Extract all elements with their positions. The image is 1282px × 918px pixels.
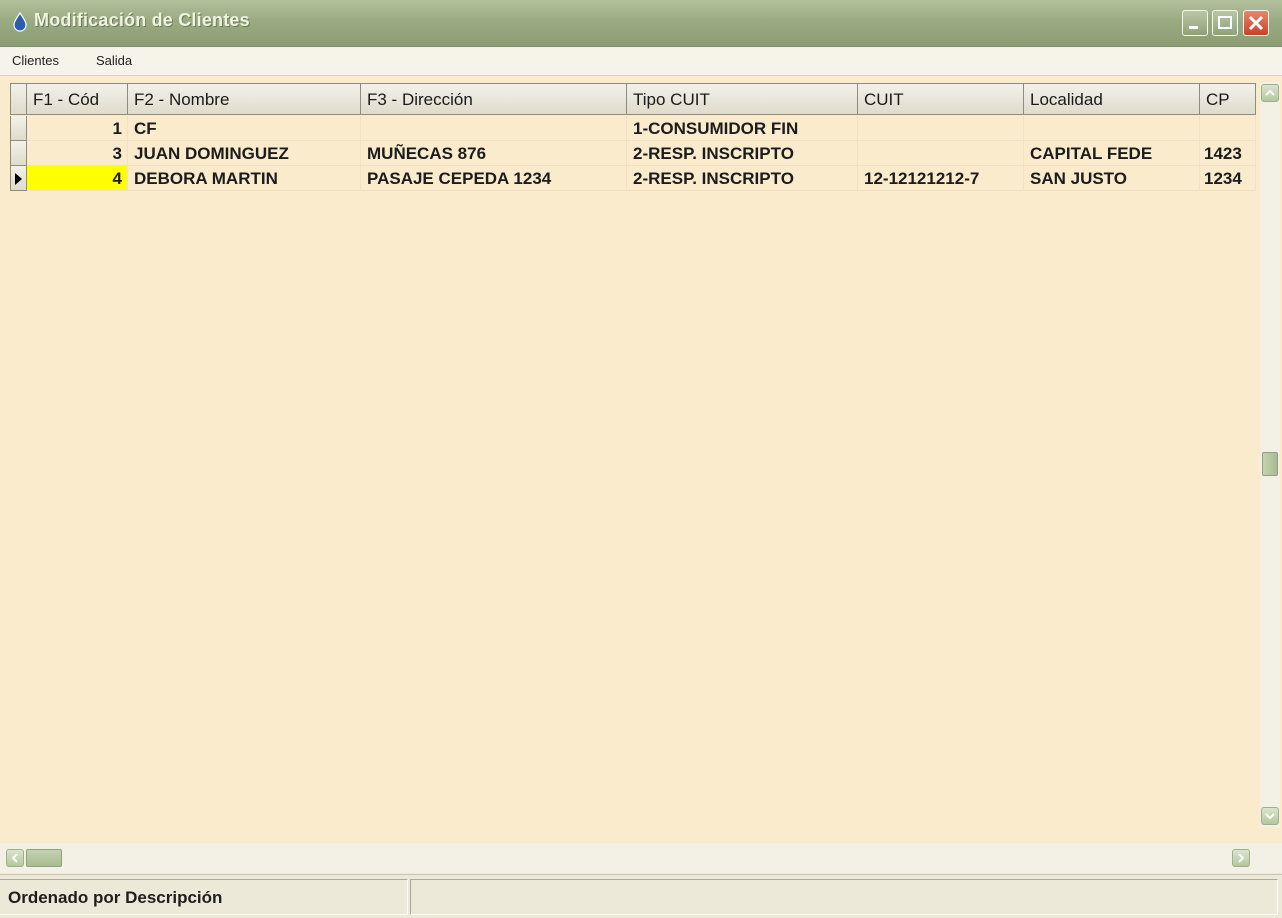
row-indicator-current[interactable] xyxy=(10,166,27,191)
vertical-scrollbar[interactable] xyxy=(1260,82,1280,827)
minimize-icon xyxy=(1189,26,1198,29)
cell-cuit[interactable] xyxy=(858,116,1024,141)
cell-cp[interactable]: 1234 xyxy=(1200,166,1256,191)
close-button[interactable] xyxy=(1243,10,1269,36)
scroll-down-button[interactable] xyxy=(1261,807,1279,825)
cell-cod[interactable]: 1 xyxy=(27,116,128,141)
col-header-direccion[interactable]: F3 - Dirección xyxy=(361,83,627,115)
status-panel-empty xyxy=(410,879,1278,915)
maximize-icon xyxy=(1218,16,1232,29)
col-header-nombre[interactable]: F2 - Nombre xyxy=(128,83,361,115)
scroll-right-button[interactable] xyxy=(1232,849,1250,867)
cell-tipo-cuit[interactable]: 1-CONSUMIDOR FIN xyxy=(627,116,858,141)
cell-localidad[interactable] xyxy=(1024,116,1200,141)
window-title: Modificación de Clientes xyxy=(34,10,250,30)
cell-cp[interactable] xyxy=(1200,116,1256,141)
grid-header: F1 - Cód F2 - Nombre F3 - Dirección Tipo… xyxy=(0,83,1256,115)
chevron-right-icon xyxy=(1238,853,1245,863)
status-bar: Ordenado por Descripción xyxy=(0,874,1282,918)
chevron-up-icon xyxy=(1265,89,1275,96)
status-panel-sort: Ordenado por Descripción xyxy=(0,879,408,915)
chevron-down-icon xyxy=(1265,813,1275,820)
col-header-cod[interactable]: F1 - Cód xyxy=(27,83,128,115)
cell-cod[interactable]: 3 xyxy=(27,141,128,166)
clients-grid[interactable]: F1 - Cód F2 - Nombre F3 - Dirección Tipo… xyxy=(0,76,1282,843)
cell-localidad[interactable]: CAPITAL FEDE xyxy=(1024,141,1200,166)
scroll-up-button[interactable] xyxy=(1261,84,1279,102)
col-header-tipo-cuit[interactable]: Tipo CUIT xyxy=(627,83,858,115)
close-icon xyxy=(1248,15,1264,31)
vertical-scroll-thumb[interactable] xyxy=(1262,452,1278,476)
cell-nombre[interactable]: JUAN DOMINGUEZ xyxy=(128,141,361,166)
table-row-current[interactable]: 4 DEBORA MARTIN PASAJE CEPEDA 1234 2-RES… xyxy=(0,166,1256,191)
row-indicator[interactable] xyxy=(10,116,27,141)
cell-tipo-cuit[interactable]: 2-RESP. INSCRIPTO xyxy=(627,166,858,191)
col-header-cuit[interactable]: CUIT xyxy=(858,83,1024,115)
maximize-button[interactable] xyxy=(1212,10,1238,36)
cell-nombre[interactable]: DEBORA MARTIN xyxy=(128,166,361,191)
cell-nombre[interactable]: CF xyxy=(128,116,361,141)
menu-bar: Clientes Salida xyxy=(0,47,1282,76)
cell-cuit[interactable]: 12-12121212-7 xyxy=(858,166,1024,191)
header-indicator xyxy=(10,83,27,115)
chevron-left-icon xyxy=(11,853,18,863)
title-bar[interactable]: Modificación de Clientes xyxy=(0,0,1282,47)
horizontal-scroll-thumb[interactable] xyxy=(26,849,62,867)
minimize-button[interactable] xyxy=(1182,10,1208,36)
horizontal-scrollbar[interactable] xyxy=(0,843,1282,873)
scroll-left-button[interactable] xyxy=(6,849,24,867)
status-text: Ordenado por Descripción xyxy=(8,888,223,907)
cell-localidad[interactable]: SAN JUSTO xyxy=(1024,166,1200,191)
row-pointer-icon xyxy=(15,173,22,185)
menu-salida[interactable]: Salida xyxy=(96,53,132,68)
cell-cp[interactable]: 1423 xyxy=(1200,141,1256,166)
row-indicator[interactable] xyxy=(10,141,27,166)
cell-cod-selected[interactable]: 4 xyxy=(27,166,128,191)
col-header-localidad[interactable]: Localidad xyxy=(1024,83,1200,115)
cell-tipo-cuit[interactable]: 2-RESP. INSCRIPTO xyxy=(627,141,858,166)
menu-clientes[interactable]: Clientes xyxy=(12,53,59,68)
table-row[interactable]: 3 JUAN DOMINGUEZ MUÑECAS 876 2-RESP. INS… xyxy=(0,141,1256,166)
app-drop-icon[interactable] xyxy=(10,11,30,32)
table-row[interactable]: 1 CF 1-CONSUMIDOR FIN xyxy=(0,116,1256,141)
cell-direccion[interactable]: MUÑECAS 876 xyxy=(361,141,627,166)
cell-direccion[interactable]: PASAJE CEPEDA 1234 xyxy=(361,166,627,191)
col-header-cp[interactable]: CP xyxy=(1200,83,1256,115)
cell-cuit[interactable] xyxy=(858,141,1024,166)
cell-direccion[interactable] xyxy=(361,116,627,141)
